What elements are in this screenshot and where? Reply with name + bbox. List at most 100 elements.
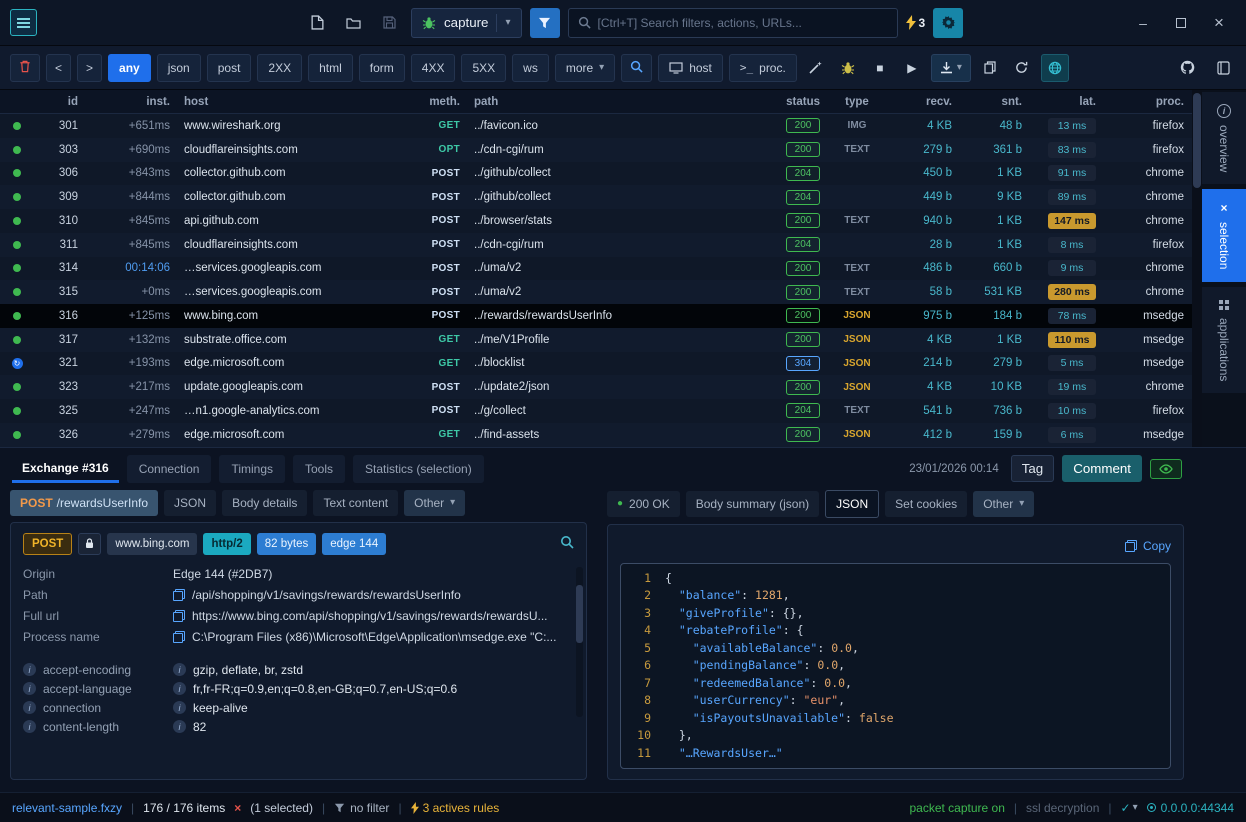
request-tab-text-content[interactable]: Text content [313,490,398,516]
filter-chip-form[interactable]: form [359,54,405,82]
save-button[interactable] [375,9,403,37]
close-button[interactable]: × [1202,8,1236,38]
response-tab-json[interactable]: JSON [825,490,879,518]
tab-exchange[interactable]: Exchange #316 [12,454,119,483]
column-header-id[interactable]: id [34,96,86,108]
copy-icon[interactable] [173,631,185,643]
table-row[interactable]: 311+845mscloudflareinsights.comPOST../cd… [0,233,1192,257]
tab-tools[interactable]: Tools [293,455,345,483]
process-filter-button[interactable]: >_proc. [729,54,797,82]
docs-button[interactable] [1210,55,1236,81]
column-header-proc[interactable]: proc. [1104,96,1192,108]
tab-statistics[interactable]: Statistics (selection) [353,455,484,483]
request-scrollbar[interactable] [576,567,583,717]
capture-caret-icon[interactable]: ▾ [505,17,510,28]
table-row[interactable]: 303+690mscloudflareinsights.comOPT../cdn… [0,138,1192,162]
filter-chip-any[interactable]: any [108,54,151,82]
table-scrollbar[interactable] [1192,90,1202,447]
table-row[interactable]: 326+279msedge.microsoft.comGET../find-as… [0,423,1192,447]
copy-icon[interactable] [173,589,185,601]
table-row[interactable]: 31400:14:06…services.googleapis.comPOST.… [0,257,1192,281]
response-tab-other[interactable]: Other▾ [973,491,1034,517]
filter-chip-json[interactable]: json [157,54,201,82]
filter-search-button[interactable] [621,54,652,82]
column-header-path[interactable]: path [468,96,764,108]
github-button[interactable] [1174,55,1200,81]
stop-button[interactable]: ■ [867,55,893,81]
delete-button[interactable] [10,54,40,82]
filter-funnel-button[interactable] [530,8,560,38]
filter-chip-4XX[interactable]: 4XX [411,54,456,82]
request-tab-json[interactable]: JSON [164,490,216,516]
filter-chip-2XX[interactable]: 2XX [257,54,302,82]
table-row[interactable]: 315+0ms…services.googleapis.comPOST../um… [0,280,1192,304]
column-header-lat[interactable]: lat. [1030,96,1104,108]
column-header-recv[interactable]: recv. [886,96,960,108]
rail-tab-overview[interactable]: i overview [1202,92,1246,184]
filter-status[interactable]: no filter [334,801,389,815]
comment-button[interactable]: Comment [1062,455,1142,482]
table-row[interactable]: 301+651mswww.wireshark.orgGET../favicon.… [0,114,1192,138]
maximize-button[interactable] [1164,8,1198,38]
table-row[interactable]: 316+125mswww.bing.comPOST../rewards/rewa… [0,304,1192,328]
response-status-chip[interactable]: ● 200 OK [607,491,680,517]
request-tab-other[interactable]: Other▾ [404,490,465,516]
response-tab-set-cookies[interactable]: Set cookies [885,491,967,517]
filter-chip-post[interactable]: post [207,54,252,82]
network-button[interactable] [1041,54,1069,82]
nav-previous-button[interactable]: < [46,54,71,82]
magic-wand-button[interactable] [803,55,829,81]
nav-next-button[interactable]: > [77,54,102,82]
copy-body-button[interactable]: Copy [620,535,1171,557]
export-caret-icon[interactable]: ▾ [957,62,962,73]
column-header-host[interactable]: host [178,96,406,108]
play-button[interactable]: ▶ [899,55,925,81]
request-search-icon[interactable] [560,535,574,552]
global-search-input[interactable] [598,16,888,30]
table-row[interactable]: ↻321+193msedge.microsoft.comGET../blockl… [0,352,1192,376]
active-rules-status[interactable]: 3 actives rules [411,801,500,815]
tab-timings[interactable]: Timings [219,455,285,483]
copy-icon[interactable] [173,610,185,622]
export-button[interactable]: ▾ [931,54,971,82]
column-header-snt[interactable]: snt. [960,96,1030,108]
rail-tab-applications[interactable]: applications [1202,287,1246,393]
close-selection-icon[interactable]: × [1220,201,1227,215]
column-header-meth[interactable]: meth. [406,96,468,108]
request-tab-body-details[interactable]: Body details [222,490,307,516]
column-header-status[interactable]: status [764,96,828,108]
filter-chip-html[interactable]: html [308,54,353,82]
column-header-type[interactable]: type [828,96,886,108]
settings-button[interactable] [933,8,963,38]
table-row[interactable]: 309+844mscollector.github.comPOST../gith… [0,185,1192,209]
tab-connection[interactable]: Connection [127,455,212,483]
table-row[interactable]: 317+132mssubstrate.office.comGET../me/V1… [0,328,1192,352]
clear-items-icon[interactable]: × [234,801,241,815]
health-check-dropdown[interactable]: ✓▾ [1121,801,1138,815]
hamburger-menu-button[interactable] [10,9,37,36]
visibility-button[interactable] [1150,459,1182,479]
active-rules-badge[interactable]: 3 [906,15,926,30]
open-file-button[interactable] [339,9,367,37]
filter-chip-ws[interactable]: ws [512,54,549,82]
table-scrollbar-thumb[interactable] [1193,93,1201,188]
minimize-button[interactable]: – [1126,8,1160,38]
more-filters-button[interactable]: more▾ [555,54,615,82]
new-file-button[interactable] [303,9,331,37]
filter-chip-5XX[interactable]: 5XX [461,54,506,82]
duplicate-button[interactable] [977,55,1003,81]
request-tab-summary[interactable]: POST/rewardsUserInfo [10,490,158,516]
table-row[interactable]: 310+845msapi.github.comPOST../browser/st… [0,209,1192,233]
capture-button[interactable]: capture ▾ [411,8,522,38]
debug-button[interactable] [835,55,861,81]
table-row[interactable]: 306+843mscollector.github.comPOST../gith… [0,162,1192,186]
rail-tab-selection[interactable]: × selection [1202,189,1246,281]
table-row[interactable]: 323+217msupdate.googleapis.comPOST../upd… [0,375,1192,399]
request-scrollbar-thumb[interactable] [576,585,583,643]
column-header-inst[interactable]: inst. [86,96,178,108]
response-tab-body-summary[interactable]: Body summary (json) [686,491,819,517]
refresh-button[interactable] [1009,55,1035,81]
table-row[interactable]: 325+247ms…n1.google-analytics.comPOST../… [0,399,1192,423]
tag-button[interactable]: Tag [1011,455,1055,482]
host-filter-button[interactable]: host [658,54,723,82]
